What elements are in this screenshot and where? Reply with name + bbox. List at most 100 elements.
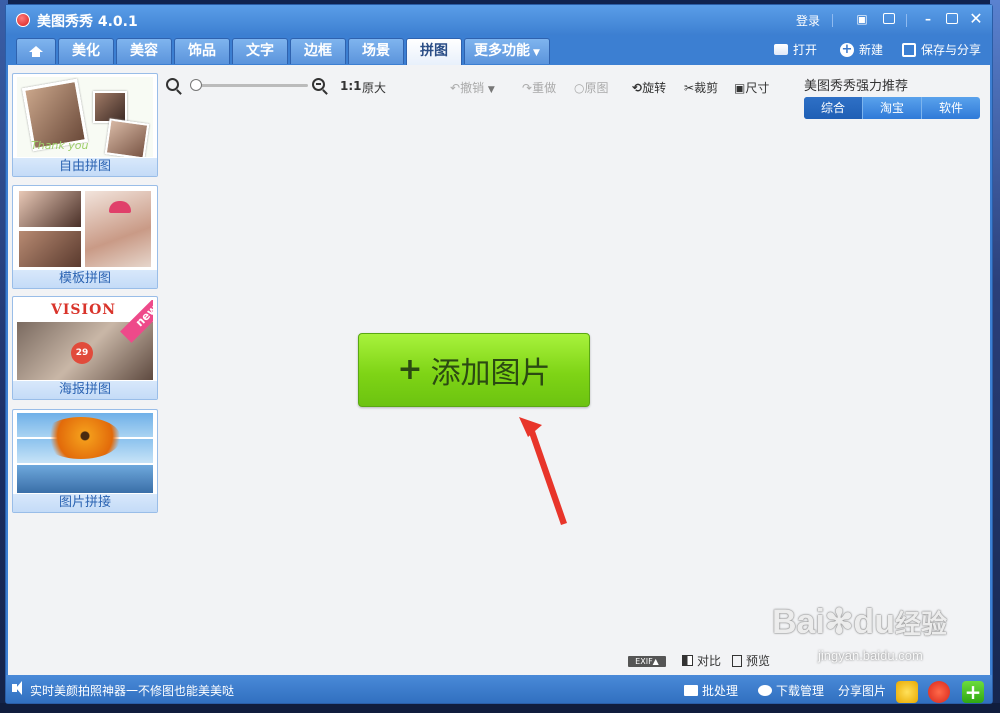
app-title: 美图秀秀 4.0.1 (37, 14, 138, 30)
thumbnail-script-text: Thank you (31, 139, 89, 152)
tab-beautify[interactable]: 美化 (58, 38, 114, 64)
original-size-button[interactable]: 原大 (362, 79, 386, 96)
workspace: Thank you 自由拼图 模板拼图 VISION 29 new 海报拼图 图… (8, 65, 990, 675)
thumbnail-vision-text: VISION (51, 302, 117, 318)
template-collage-thumbnail (17, 189, 153, 269)
redo-button[interactable]: ↷重做 (522, 79, 556, 96)
tab-beauty[interactable]: 美容 (116, 38, 172, 64)
login-link[interactable]: 登录 (796, 12, 820, 29)
collage-card-free[interactable]: Thank you 自由拼图 (12, 73, 158, 177)
watermark-url: jingyan.baidu.com (818, 648, 923, 663)
batch-process-button[interactable]: 批处理 (684, 682, 738, 699)
batch-icon (684, 685, 698, 696)
redo-icon: ↷ (522, 81, 533, 95)
add-image-label: 添加图片 (430, 356, 551, 391)
tab-more-functions[interactable]: 更多功能 ▼ (464, 38, 550, 64)
add-image-button[interactable]: + 添加图片 (358, 333, 590, 407)
resize-button[interactable]: ▣尺寸 (734, 79, 769, 96)
rotate-label: 旋转 (642, 81, 667, 95)
add-circle-icon: + (840, 41, 854, 57)
tab-scene[interactable]: 场景 (348, 38, 404, 64)
chevron-down-icon: ▼ (487, 85, 495, 95)
compare-icon (682, 655, 693, 666)
zoom-slider[interactable] (190, 84, 308, 87)
tab-collage[interactable]: 拼图 (406, 38, 462, 65)
undo-button[interactable]: ↶撤销 ▼ (450, 79, 495, 96)
watermark-brand-tail: du (853, 603, 895, 641)
minimize-icon[interactable]: – (920, 11, 936, 27)
tab-accessories[interactable]: 饰品 (174, 38, 230, 64)
preview-icon (732, 654, 742, 667)
open-label: 打开 (793, 43, 818, 57)
resize-icon: ▣ (734, 81, 746, 95)
recommend-tabs: 综合 淘宝 软件 (804, 97, 980, 119)
compare-label: 对比 (697, 654, 722, 668)
rotate-button[interactable]: ⟲旋转 (632, 79, 666, 96)
collage-card-stitch[interactable]: 图片拼接 (12, 409, 158, 513)
baidu-paw-icon: ✻ (824, 603, 854, 641)
recommend-tab-taobao[interactable]: 淘宝 (863, 97, 922, 119)
exif-button[interactable]: EXIF▲ (628, 656, 666, 667)
close-icon[interactable]: ✕ (968, 11, 984, 27)
add-green-icon[interactable]: + (962, 681, 984, 703)
undo-icon: ↶ (450, 81, 461, 95)
save-icon (902, 42, 916, 57)
zoom-ratio[interactable]: 1:1 (340, 79, 362, 93)
download-label: 下载管理 (776, 684, 825, 698)
zoom-out-icon[interactable] (166, 78, 179, 91)
zoom-slider-handle[interactable] (190, 79, 202, 91)
download-icon (758, 685, 772, 696)
collage-card-poster[interactable]: VISION 29 new 海报拼图 (12, 296, 158, 400)
original-image-button[interactable]: ○原图 (574, 79, 609, 96)
tab-more-label: 更多功能 (474, 43, 531, 59)
folder-icon (774, 44, 788, 55)
new-label: 新建 (859, 43, 884, 57)
desktop-taskbar-edge (0, 703, 1000, 713)
title-separator (832, 14, 833, 27)
collage-card-label: 海报拼图 (13, 381, 157, 399)
preview-label: 预览 (746, 654, 771, 668)
weibo-icon[interactable] (928, 681, 950, 703)
collage-card-template[interactable]: 模板拼图 (12, 185, 158, 289)
skin-icon[interactable] (883, 13, 895, 24)
new-button[interactable]: + 新建 (840, 41, 883, 58)
rotate-icon: ⟲ (632, 81, 643, 95)
collage-card-label: 自由拼图 (13, 158, 157, 176)
speaker-icon (12, 681, 22, 695)
plus-icon: + (397, 352, 423, 387)
stitch-collage-thumbnail (17, 413, 153, 493)
favorite-star-icon[interactable] (896, 681, 918, 703)
recommend-tab-general[interactable]: 综合 (804, 97, 863, 119)
save-share-label: 保存与分享 (921, 43, 982, 57)
recommend-tab-software[interactable]: 软件 (922, 97, 980, 119)
canvas-toolbar: 1:1 原大 ↶撤销 ▼ ↷重做 ○原图 ⟲旋转 ✂裁剪 ▣尺寸 (166, 77, 786, 97)
thumbnail-badge-number: 29 (71, 342, 93, 364)
crop-label: 裁剪 (694, 81, 719, 95)
batch-label: 批处理 (702, 684, 739, 698)
open-button[interactable]: 打开 (774, 41, 817, 58)
collage-card-label: 模板拼图 (13, 270, 157, 288)
redo-label: 重做 (532, 81, 557, 95)
preview-button[interactable]: 预览 (732, 652, 770, 669)
title-bar: 美图秀秀 4.0.1 登录 ▣ – ✕ (6, 5, 992, 35)
tab-home[interactable] (16, 38, 56, 64)
save-share-button[interactable]: 保存与分享 (902, 41, 981, 58)
feedback-icon[interactable]: ▣ (854, 11, 870, 27)
compare-button[interactable]: 对比 (682, 652, 721, 669)
download-manager-button[interactable]: 下载管理 (758, 682, 824, 699)
home-icon (29, 46, 43, 57)
app-logo-icon (16, 13, 30, 27)
poster-collage-thumbnail: VISION 29 new (17, 300, 153, 380)
collage-card-label: 图片拼接 (13, 494, 157, 512)
undo-label: 撤销 (460, 81, 485, 95)
maximize-icon[interactable] (946, 13, 958, 24)
circle-icon: ○ (574, 81, 585, 95)
tab-text[interactable]: 文字 (232, 38, 288, 64)
zoom-in-icon[interactable] (312, 78, 325, 91)
baidu-watermark: Bai✻du经验 (772, 602, 947, 642)
crop-button[interactable]: ✂裁剪 (684, 79, 718, 96)
tab-frame[interactable]: 边框 (290, 38, 346, 64)
status-promo-link[interactable]: 实时美颜拍照神器一不修图也能美美哒 (30, 682, 234, 699)
share-image-button[interactable]: 分享图片 (838, 682, 886, 699)
title-separator (906, 14, 907, 27)
